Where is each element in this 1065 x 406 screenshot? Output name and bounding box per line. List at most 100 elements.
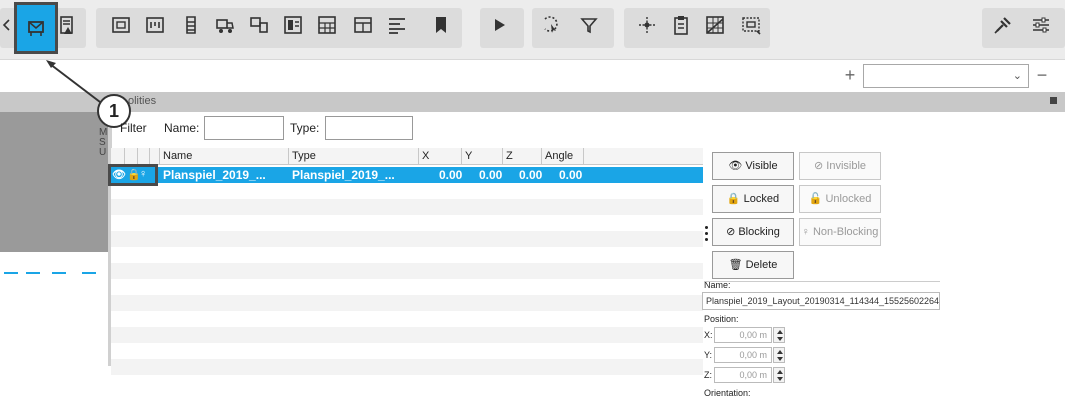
table-row[interactable] [111, 327, 703, 343]
cell-name: Planspiel_2019_... [163, 168, 266, 182]
column-header-x[interactable]: X [422, 150, 429, 162]
invisible-button-label: Invisible [826, 160, 867, 172]
trash-icon: 🗑 [728, 259, 746, 271]
non-blocking-button[interactable]: ♀ Non-Blocking [799, 218, 881, 246]
non-blocking-button-label: Non-Blocking [812, 226, 879, 238]
cell-type: Planspiel_2019_... [292, 168, 395, 182]
objects-table: Name Type X Y Z Angle 👁 🔒 ♀ Planspiel_20… [108, 148, 703, 375]
grid-tool-icon[interactable] [314, 12, 340, 38]
unlock-icon: 🔓 [808, 193, 826, 205]
header-separator [124, 148, 125, 165]
table-row[interactable] [111, 295, 703, 311]
z-stepper[interactable] [773, 367, 785, 383]
more-options-icon[interactable] [705, 226, 709, 246]
panel-header: olities [0, 92, 1065, 112]
blocking-button[interactable]: ⊘ Blocking [712, 218, 794, 246]
header-separator [288, 148, 289, 165]
column-header-type[interactable]: Type [292, 150, 316, 162]
header-separator [137, 148, 138, 165]
table-row-selected[interactable]: 👁 🔒 ♀ Planspiel_2019_... Planspiel_2019_… [108, 164, 703, 186]
table-tool-icon[interactable] [350, 12, 376, 38]
locked-button-label: Locked [743, 193, 780, 205]
dashed-line [82, 272, 96, 274]
frame-tool-icon[interactable] [108, 12, 134, 38]
plugin-icon[interactable] [990, 12, 1016, 38]
invisible-button[interactable]: ⊘ Invisible [799, 152, 881, 180]
unlocked-button-label: Unlocked [825, 193, 872, 205]
orientation-label: Orientation: [704, 388, 751, 398]
pedestrian-icon[interactable]: ♀ [139, 168, 147, 180]
remove-layout-button[interactable]: − [1033, 65, 1051, 85]
column-header-name[interactable]: Name [163, 150, 192, 162]
table-row[interactable] [111, 231, 703, 247]
filter-icon[interactable] [576, 12, 602, 38]
name-filter-input[interactable] [204, 116, 284, 140]
column-letters: M S U [99, 128, 107, 158]
table-row[interactable] [111, 263, 703, 279]
column-header-y[interactable]: Y [465, 150, 472, 162]
z-value[interactable]: 0,00 m [714, 367, 772, 383]
header-separator [583, 148, 584, 165]
vehicle-tool-icon[interactable] [212, 12, 238, 38]
delete-button[interactable]: 🗑 Delete [712, 251, 794, 279]
layout-viewport[interactable] [0, 112, 112, 366]
y-spinbox[interactable]: 0,00 m [714, 347, 788, 363]
letter-u: U [99, 147, 107, 158]
x-stepper[interactable] [773, 327, 785, 343]
name-property-field[interactable]: Planspiel_2019_Layout_20190314_114344_15… [702, 292, 940, 310]
move-tool-icon[interactable] [634, 12, 660, 38]
chevron-down-icon: ⌄ [1012, 70, 1022, 82]
bookmark-icon[interactable] [428, 12, 454, 38]
table-row[interactable] [111, 359, 703, 375]
table-row[interactable] [111, 199, 703, 215]
lock-icon: 🔒 [726, 193, 744, 205]
play-icon[interactable] [486, 12, 512, 38]
dashed-frame-icon[interactable] [738, 12, 764, 38]
viewport-area[interactable] [0, 112, 108, 252]
y-value[interactable]: 0,00 m [714, 347, 772, 363]
header-separator [541, 148, 542, 165]
name-filter-label: Name: [164, 121, 200, 135]
row-state-icons: 👁 🔒 ♀ [108, 164, 158, 186]
dashed-line [52, 272, 66, 274]
properties-tool-button[interactable] [14, 2, 58, 54]
shelf-tool-icon[interactable] [178, 12, 204, 38]
add-layout-button[interactable]: + [840, 65, 860, 85]
header-separator [149, 148, 150, 165]
column-header-angle[interactable]: Angle [545, 150, 573, 162]
panel-tool-icon[interactable] [142, 12, 168, 38]
type-filter-label: Type: [290, 121, 320, 135]
x-value[interactable]: 0,00 m [714, 327, 772, 343]
cell-y: 0.00 [479, 168, 503, 182]
z-spinbox[interactable]: 0,00 m [714, 367, 788, 383]
select-tool-icon[interactable] [538, 12, 564, 38]
station-tool-icon[interactable] [280, 12, 306, 38]
clipboard-icon[interactable] [668, 12, 694, 38]
locked-button[interactable]: 🔒 Locked [712, 185, 794, 213]
visible-button[interactable]: 👁 Visible [712, 152, 794, 180]
x-spinbox[interactable]: 0,00 m [714, 327, 788, 343]
machine-tool-icon[interactable] [246, 12, 272, 38]
visible-button-label: Visible [745, 160, 778, 172]
panel-close-icon[interactable] [1050, 97, 1057, 104]
layout-select[interactable]: ⌄ [863, 64, 1029, 88]
type-filter-input[interactable] [325, 116, 413, 140]
cell-z: 0.00 [519, 168, 543, 182]
cell-x: 0.00 [439, 168, 463, 182]
blocking-icon: ⊘ [726, 226, 739, 238]
settings-sliders-icon[interactable] [1028, 12, 1054, 38]
z-label: Z: [704, 370, 712, 380]
eye-icon[interactable]: 👁 [112, 168, 126, 181]
collapse-left-icon[interactable] [2, 12, 12, 38]
unlocked-button[interactable]: 🔓 Unlocked [799, 185, 881, 213]
document-warning-icon[interactable] [54, 12, 80, 38]
table-header: Name Type X Y Z Angle [111, 148, 703, 165]
header-separator [418, 148, 419, 165]
column-header-z[interactable]: Z [506, 150, 513, 162]
cell-angle: 0.00 [559, 168, 583, 182]
pedestrian-icon: ♀ [801, 226, 813, 238]
align-tool-icon[interactable] [384, 12, 410, 38]
y-stepper[interactable] [773, 347, 785, 363]
chart-grid-icon[interactable] [702, 12, 728, 38]
blocking-button-label: Blocking [738, 226, 780, 238]
